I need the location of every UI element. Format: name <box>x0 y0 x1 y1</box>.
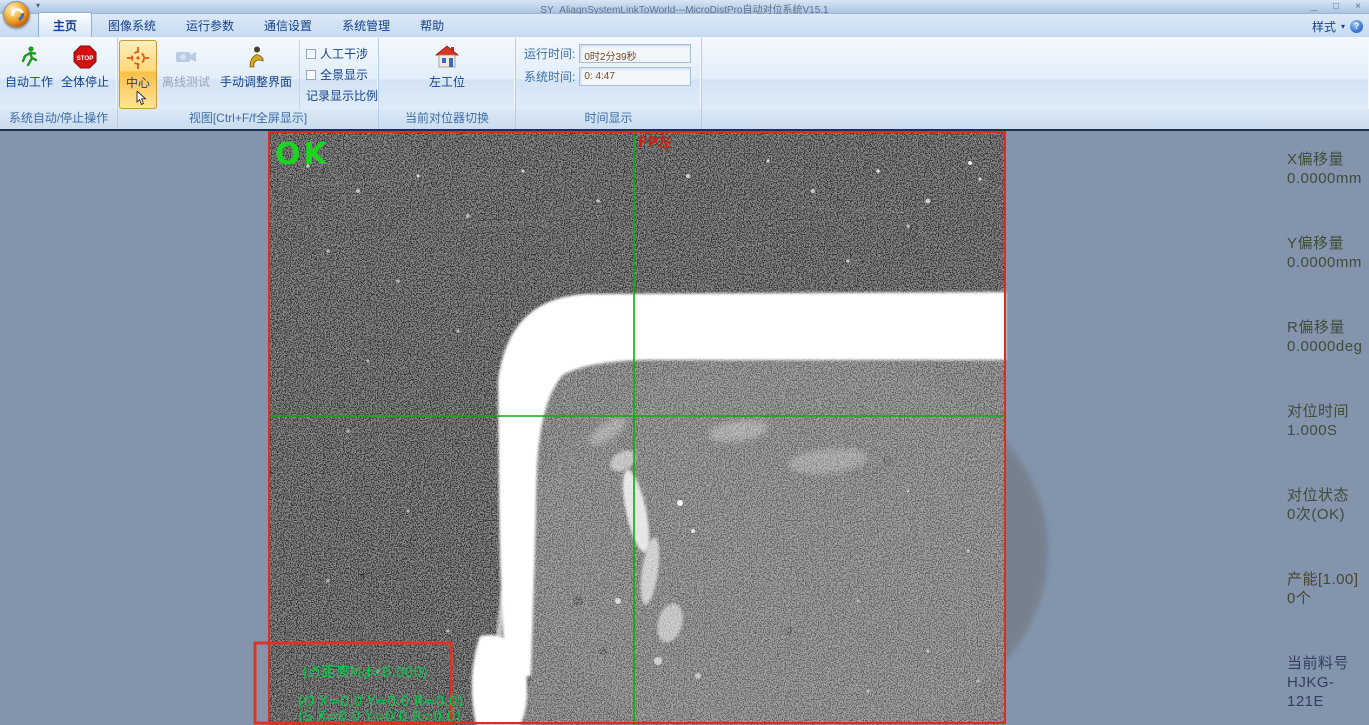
svg-text:STOP: STOP <box>77 55 94 62</box>
system-time-field: 0: 4:47 <box>579 67 691 86</box>
run-time-field: 0时2分39秒 <box>579 44 691 63</box>
tab-home[interactable]: 主页 <box>38 12 92 37</box>
camera-image: OK FP左 (点距离Md=0.000) (O X=0.0 Y=0.0 R=0.… <box>268 131 1006 725</box>
left-blank-panel <box>0 131 268 723</box>
tab-help[interactable]: 帮助 <box>406 13 458 37</box>
stat-align-time: 对位时间1.000S <box>1287 402 1369 440</box>
main-content: OK FP左 (点距离Md=0.000) (O X=0.0 Y=0.0 R=0.… <box>0 131 1369 723</box>
tab-run-params[interactable]: 运行参数 <box>172 13 248 37</box>
auto-work-button[interactable]: 自动工作 <box>1 40 57 109</box>
restore-button[interactable]: □ <box>1329 0 1343 13</box>
tab-system-manage[interactable]: 系统管理 <box>328 13 404 37</box>
run-time-label: 运行时间: <box>524 45 575 62</box>
ribbon-empty-area <box>702 38 1369 129</box>
record-scale-option[interactable]: 记录显示比例 <box>306 87 378 104</box>
status-ok-text: OK <box>275 137 330 172</box>
stat-r-offset: R偏移量0.0000deg <box>1287 318 1369 356</box>
point-distance-text: (点距离Md=0.000) <box>302 664 428 681</box>
group-caption-view: 视图[Ctrl+F/f全屏显示] <box>118 109 378 129</box>
orb-logo-icon <box>9 6 27 24</box>
running-man-icon <box>16 44 42 70</box>
noise-overlay <box>268 131 1006 725</box>
group-caption-auto-stop: 系统自动/停止操作 <box>0 109 117 129</box>
mouse-cursor-icon <box>136 91 148 106</box>
person-icon <box>243 44 269 70</box>
group-auto-stop: 自动工作 STOP 全体停止 系统自动/停止操作 <box>0 38 118 129</box>
offline-test-button[interactable]: 离线测试 <box>157 40 215 109</box>
manual-adjust-button[interactable]: 手动调整界面 <box>215 40 297 109</box>
camera-icon <box>173 44 199 70</box>
group-station-switch: 左工位 当前对位器切换 <box>379 38 516 129</box>
view-options: 人工干涉 全景显示 记录显示比例 <box>299 40 378 109</box>
house-icon <box>434 44 460 70</box>
tab-comm-settings[interactable]: 通信设置 <box>250 13 326 37</box>
station-tag-text: FP左 <box>638 134 672 151</box>
ribbon: 自动工作 STOP 全体停止 系统自动/停止操作 <box>0 37 1369 129</box>
stop-sign-icon: STOP <box>72 44 98 70</box>
stat-align-status: 对位状态0次(OK) <box>1287 486 1369 524</box>
panorama-display-option[interactable]: 全景显示 <box>306 66 378 83</box>
window-controls: _ □ × <box>1307 0 1365 13</box>
stat-capacity: 产能[1.00]0个 <box>1287 570 1369 608</box>
o-coords-text: (O X=0.0 Y=0.0 R=0.0) <box>298 694 463 710</box>
minimize-button[interactable]: _ <box>1307 0 1321 13</box>
left-station-button[interactable]: 左工位 <box>419 40 475 109</box>
stat-y-offset: Y偏移量0.0000mm <box>1287 234 1369 272</box>
group-time-display: 运行时间: 0时2分39秒 系统时间: 0: 4:47 时间显示 <box>516 38 702 129</box>
style-caret-icon: ▾ <box>1341 22 1345 31</box>
stats-panel: X偏移量0.0000mm Y偏移量0.0000mm R偏移量0.0000deg … <box>1006 131 1369 723</box>
checkbox-panorama-display[interactable] <box>306 70 316 80</box>
group-caption-station: 当前对位器切换 <box>379 109 515 129</box>
system-time-label: 系统时间: <box>524 68 575 85</box>
group-caption-time: 时间显示 <box>516 109 701 129</box>
crosshair-icon <box>125 45 151 71</box>
style-menu-button[interactable]: 样式 <box>1312 18 1336 35</box>
manual-intervention-option[interactable]: 人工干涉 <box>306 45 378 62</box>
group-view: 中心 离线测试 <box>118 38 379 129</box>
stat-part-number: 当前料号HJKG-121E <box>1287 654 1369 711</box>
help-icon[interactable]: ? <box>1350 20 1363 33</box>
title-bar: ▾ SY_AliagnSystemLinkToWorld---MicroDist… <box>0 0 1369 14</box>
stat-x-offset: X偏移量0.0000mm <box>1287 150 1369 188</box>
app-orb-button[interactable] <box>3 1 30 28</box>
camera-view: OK FP左 (点距离Md=0.000) (O X=0.0 Y=0.0 R=0.… <box>268 131 1006 723</box>
ribbon-tab-row: 主页 图像系统 运行参数 通信设置 系统管理 帮助 样式 ▾ ? <box>0 14 1369 37</box>
center-button[interactable]: 中心 <box>119 40 157 109</box>
close-button[interactable]: × <box>1351 0 1365 13</box>
s-coords-text: (S X=0.0 Y=0.0 R=0.0) <box>298 709 461 725</box>
tab-image-system[interactable]: 图像系统 <box>94 13 170 37</box>
checkbox-manual-intervention[interactable] <box>306 49 316 59</box>
stop-all-button[interactable]: STOP 全体停止 <box>57 40 113 109</box>
